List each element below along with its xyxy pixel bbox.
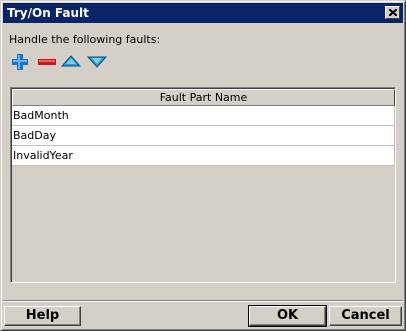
remove-fault-button[interactable]	[36, 53, 56, 71]
cancel-button[interactable]: Cancel	[329, 306, 402, 326]
minus-icon	[38, 59, 56, 65]
move-down-button[interactable]	[86, 53, 107, 71]
fault-table-body: Fault Part Name BadMonth BadDay InvalidY…	[11, 88, 395, 282]
column-header-fault-part-name[interactable]: Fault Part Name	[12, 89, 395, 106]
triangle-down-icon	[87, 56, 107, 68]
plus-icon	[12, 54, 28, 70]
instruction-label: Handle the following faults:	[9, 33, 161, 46]
window-title: Try/On Fault	[7, 6, 89, 20]
ok-button[interactable]: OK	[248, 305, 327, 327]
triangle-up-icon	[61, 55, 81, 67]
close-icon	[389, 9, 397, 16]
close-button[interactable]	[385, 6, 400, 19]
button-separator	[3, 300, 403, 302]
table-row[interactable]: BadDay	[12, 126, 395, 146]
help-button[interactable]: Help	[4, 306, 81, 326]
try-on-fault-dialog: Try/On Fault Handle the following faults…	[0, 0, 406, 331]
title-bar[interactable]: Try/On Fault	[3, 3, 403, 23]
table-row[interactable]: BadMonth	[12, 106, 395, 126]
fault-table: Fault Part Name BadMonth BadDay InvalidY…	[10, 87, 396, 283]
move-up-button[interactable]	[60, 53, 81, 71]
add-fault-button[interactable]	[10, 53, 30, 71]
table-row[interactable]: InvalidYear	[12, 146, 395, 166]
